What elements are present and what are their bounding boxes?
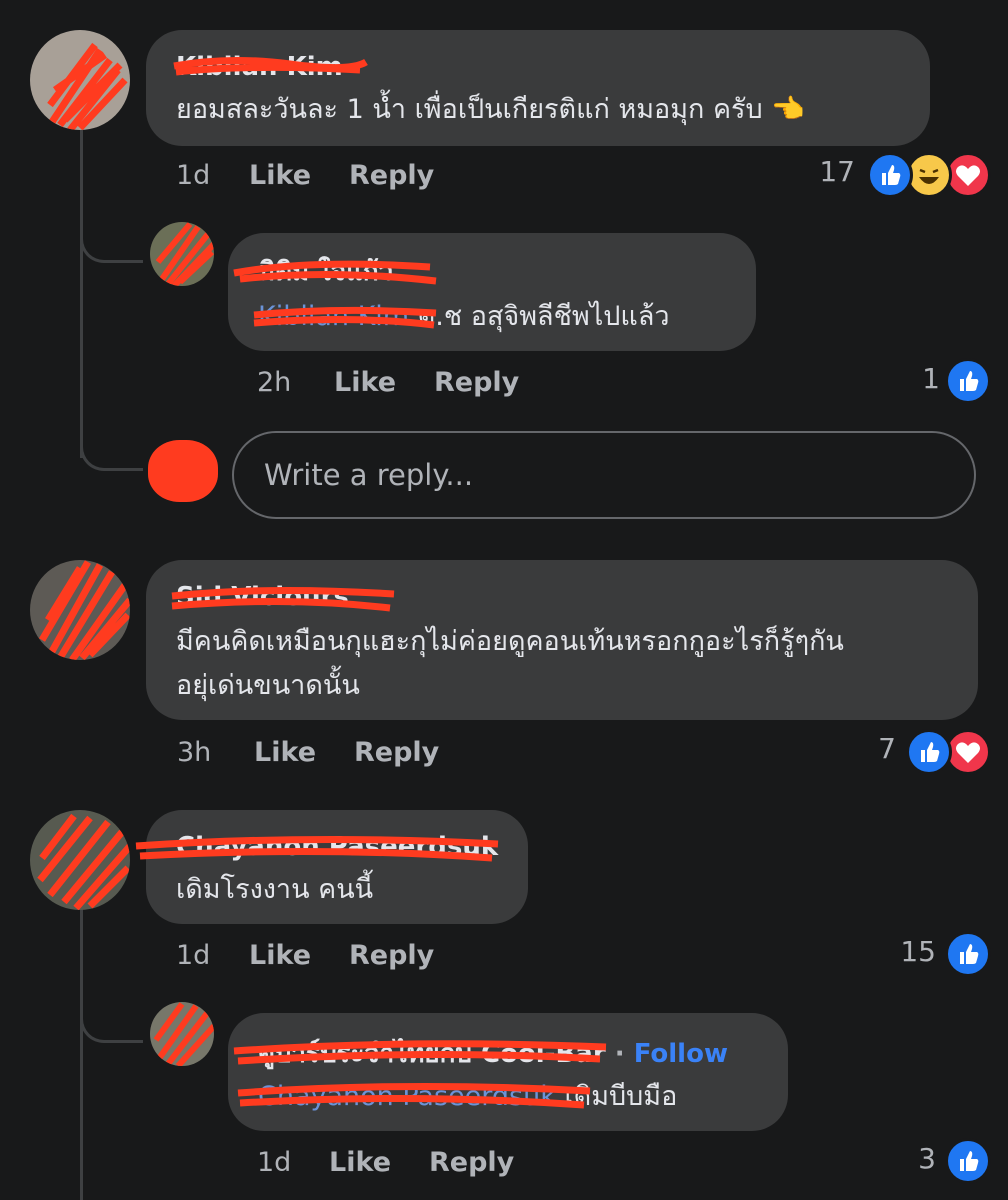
avatar[interactable] — [30, 560, 130, 660]
comment-text-line: อยุ่เด่นขนาดนั้น — [176, 670, 360, 701]
comment-author[interactable]: Sid Viciours — [176, 582, 349, 612]
separator-dot: · — [614, 1039, 625, 1069]
like-icon — [945, 358, 991, 404]
thread-line — [80, 908, 83, 1200]
like-icon — [867, 152, 913, 198]
comment-time: 1d — [257, 1147, 292, 1178]
reply-input[interactable] — [232, 431, 976, 519]
comment-time: 2h — [257, 367, 292, 398]
comment-bubble: Sid Viciours มีคนคิดเหมือนกุแฮะกุไม่ค่อย… — [146, 560, 978, 720]
thread-connector — [80, 410, 143, 471]
redaction-scribble — [38, 560, 130, 660]
comment-bubble: Kiblian Kim ยอมสละวันละ 1 น้ำ เพื่อเป็นเ… — [146, 30, 930, 146]
comment-text-row: Chayanon Paseerdsuk เดิมบีบมือ — [258, 1075, 677, 1119]
comment-time: 1d — [176, 160, 211, 191]
reply-button[interactable]: Reply — [354, 737, 439, 768]
thread-connector — [80, 985, 143, 1043]
comment-author[interactable]: Kiblian Kim — [176, 52, 343, 82]
avatar[interactable] — [30, 30, 130, 130]
avatar[interactable] — [30, 810, 130, 910]
reaction-count[interactable]: 17 — [795, 155, 855, 188]
mention-link[interactable]: Chayanon Paseerdsuk — [258, 1081, 556, 1112]
like-button[interactable]: Like — [249, 160, 311, 191]
avatar[interactable] — [150, 1002, 214, 1066]
mention-link[interactable]: Kiblian Kim — [258, 301, 409, 332]
reply-button[interactable]: Reply — [349, 940, 434, 971]
comment-text-row: ยอมสละวันละ 1 น้ำ เพื่อเป็นเกียรติแก่ หม… — [176, 88, 805, 132]
comment-bubble: ดูบาร์ประจำไทยกับ Cool-Bar · Follow Chay… — [228, 1013, 788, 1131]
comment-time: 1d — [176, 940, 211, 971]
comment-text: ยอมสละวันละ 1 น้ำ เพื่อเป็นเกียรติแก่ หม… — [176, 94, 763, 125]
like-icon — [945, 931, 991, 977]
comment-header: ดูบาร์ประจำไทยกับ Cool-Bar · Follow — [258, 1033, 728, 1074]
comment-author[interactable]: ดูบาร์ประจำไทยกับ Cool-Bar — [258, 1039, 606, 1069]
like-button[interactable]: Like — [329, 1147, 391, 1178]
reply-button[interactable]: Reply — [429, 1147, 514, 1178]
comment-author[interactable]: Chayanon Paseerdsuk — [176, 832, 498, 862]
redaction-scribble — [155, 222, 214, 286]
reaction-count[interactable]: 15 — [876, 935, 936, 968]
follow-button[interactable]: Follow — [634, 1039, 728, 1069]
redaction-scribble — [37, 813, 130, 910]
comment-text: เดิมโรงงาน คนนี้ — [176, 874, 374, 905]
pointing-hand-emoji: 👈 — [771, 94, 805, 125]
comment-author[interactable]: มิติม ใจแก้ว — [258, 251, 393, 292]
reply-button[interactable]: Reply — [349, 160, 434, 191]
comment-text-line: มีคนคิดเหมือนกุแฮะกุไม่ค่อยดูคอนเท้นหรอก… — [176, 626, 844, 657]
comment-text: เดิมบีบมือ — [564, 1081, 678, 1112]
comment-text: ด.ช อสุจิพลีชีพไปแล้ว — [417, 301, 670, 332]
thread-line — [80, 128, 83, 458]
redaction-scribble — [47, 42, 128, 130]
like-button[interactable]: Like — [334, 367, 396, 398]
avatar — [148, 440, 218, 502]
reaction-count[interactable]: 1 — [880, 362, 940, 395]
comment-time: 3h — [177, 737, 212, 768]
reaction-count[interactable]: 3 — [876, 1142, 936, 1175]
reply-button[interactable]: Reply — [434, 367, 519, 398]
thread-connector — [80, 205, 143, 263]
like-button[interactable]: Like — [254, 737, 316, 768]
like-button[interactable]: Like — [249, 940, 311, 971]
reaction-count[interactable]: 7 — [836, 732, 896, 765]
comment-bubble: มิติม ใจแก้ว Kiblian Kim ด.ช อสุจิพลีชีพ… — [228, 233, 756, 351]
redaction-scribble — [153, 1002, 214, 1066]
avatar[interactable] — [150, 222, 214, 286]
comment-bubble: Chayanon Paseerdsuk เดิมโรงงาน คนนี้ — [135, 810, 528, 924]
comment-text-row: Kiblian Kim ด.ช อสุจิพลีชีพไปแล้ว — [258, 295, 670, 339]
like-icon — [906, 729, 952, 775]
like-icon — [945, 1138, 991, 1184]
